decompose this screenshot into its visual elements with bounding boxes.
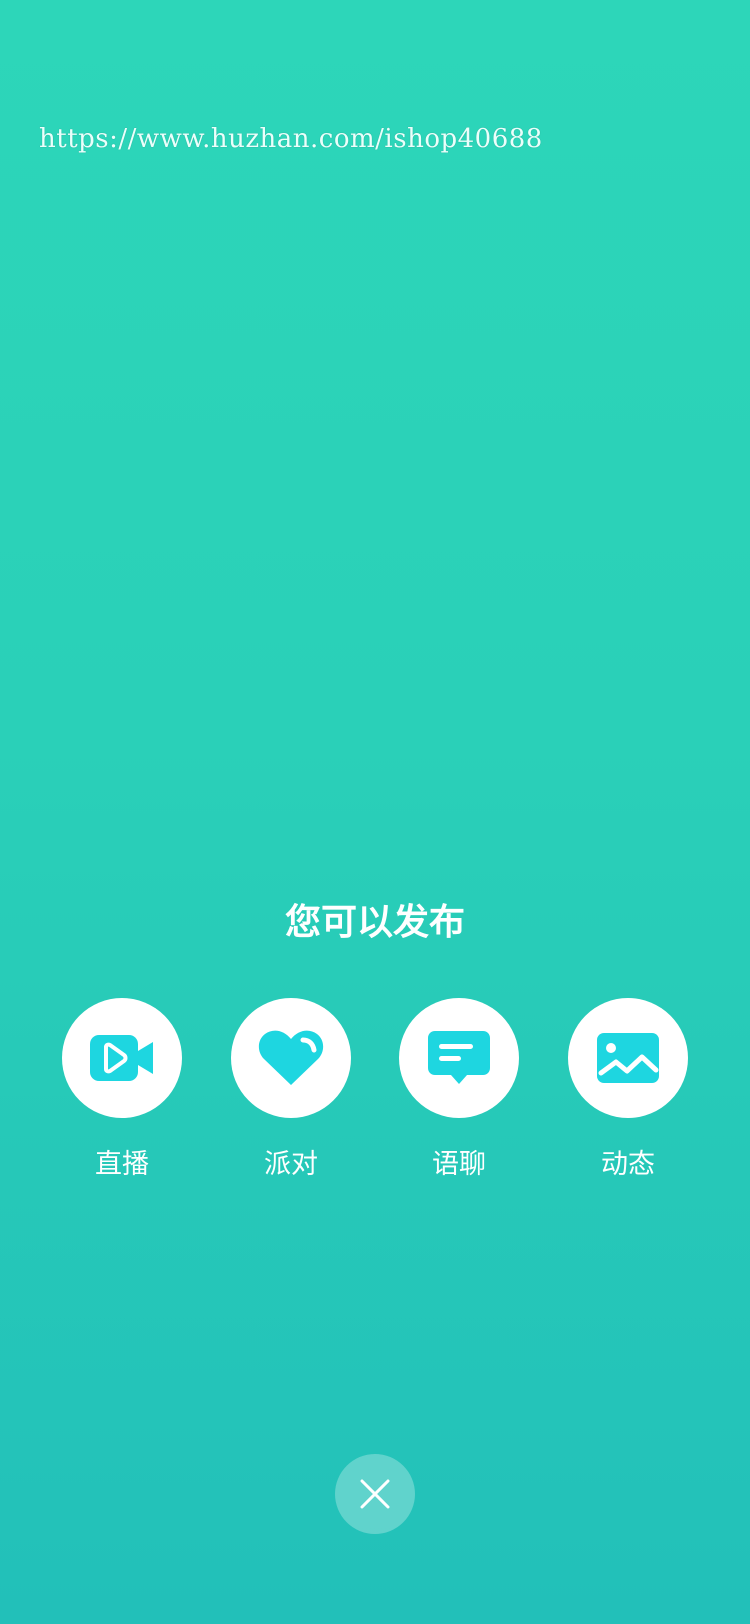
option-voice-chat-label: 语聊 [432, 1149, 486, 1180]
option-live-circle[interactable] [62, 998, 182, 1118]
watermark-url: https://www.huzhan.com/ishop40688 [39, 124, 543, 154]
option-live[interactable]: 直播 [62, 998, 182, 1188]
image-icon [597, 1033, 659, 1083]
publish-options: 直播 派对 语聊 动态 [0, 998, 750, 1188]
chat-bubble-icon [428, 1031, 490, 1084]
option-moments-circle[interactable] [568, 998, 688, 1118]
option-party-label: 派对 [264, 1149, 318, 1180]
close-button[interactable] [335, 1454, 415, 1534]
close-icon [360, 1479, 390, 1509]
option-voice-chat[interactable]: 语聊 [399, 998, 519, 1188]
option-live-label: 直播 [95, 1149, 149, 1180]
option-party-circle[interactable] [231, 998, 351, 1118]
video-camera-icon [90, 1035, 153, 1081]
option-voice-chat-circle[interactable] [399, 998, 519, 1118]
option-moments-label: 动态 [601, 1149, 655, 1180]
publish-prompt-title: 您可以发布 [284, 902, 465, 943]
option-moments[interactable]: 动态 [568, 998, 688, 1188]
option-party[interactable]: 派对 [231, 998, 351, 1188]
heart-icon [258, 1030, 324, 1085]
